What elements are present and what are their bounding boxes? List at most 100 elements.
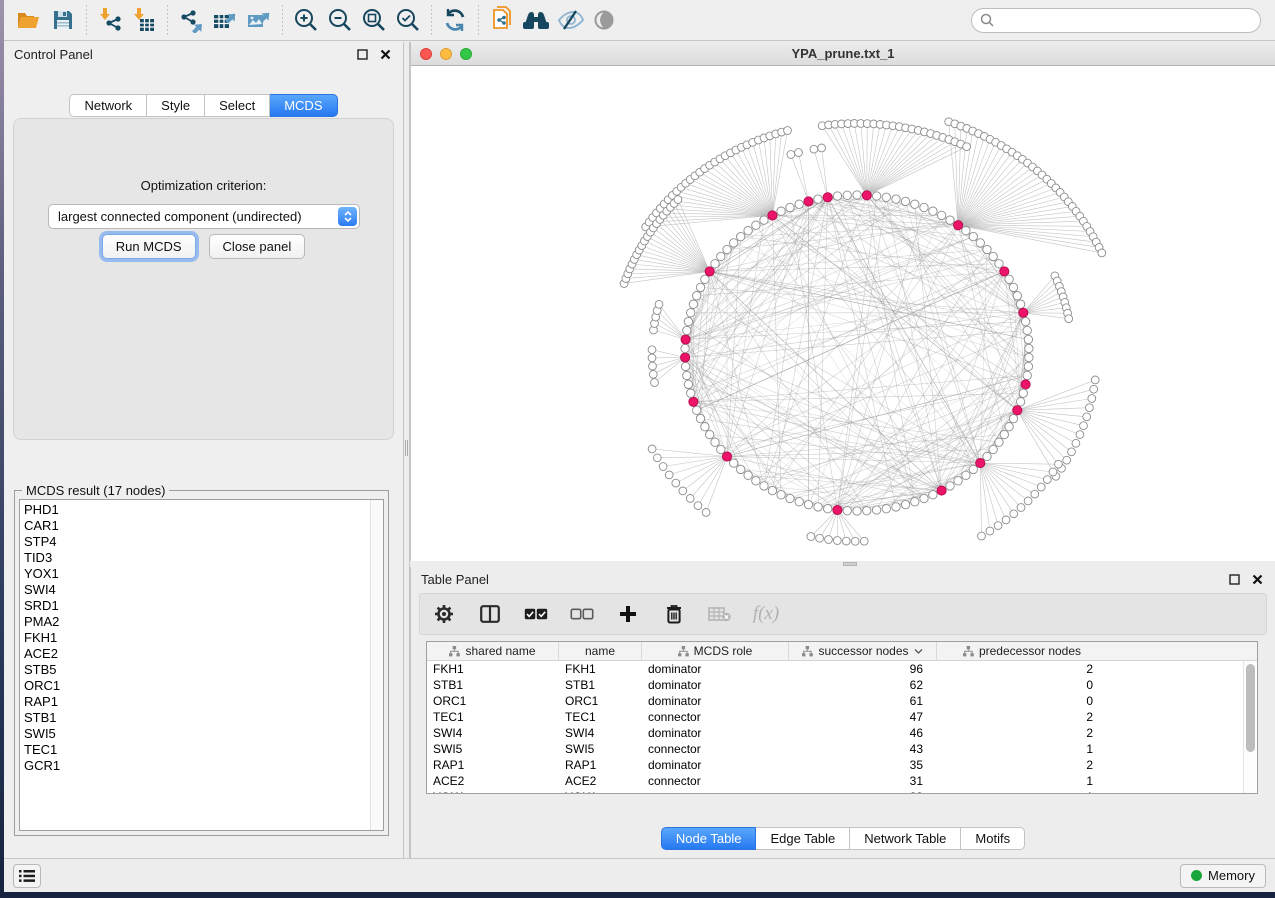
float-panel-icon[interactable] [354,46,370,62]
column-header-name[interactable]: name [559,642,642,660]
mcds-result-item[interactable]: FKH1 [20,630,370,646]
network-ring-node[interactable] [1013,292,1021,300]
network-leaf-node[interactable] [1043,476,1051,484]
network-mcds-node[interactable] [768,211,777,220]
zoom-out-icon[interactable] [323,4,357,36]
table-cell[interactable]: dominator [642,693,789,709]
mcds-result-item[interactable]: TEC1 [20,742,370,758]
network-leaf-node[interactable] [825,536,833,544]
table-cell[interactable]: 29 [789,789,937,794]
network-leaf-node[interactable] [648,354,656,362]
export-network-icon[interactable] [174,4,208,36]
network-leaf-node[interactable] [672,479,680,487]
network-ring-node[interactable] [1005,275,1013,283]
mcds-result-item[interactable]: ORC1 [20,678,370,694]
close-panel-icon[interactable] [1249,571,1265,587]
tab-node-table[interactable]: Node Table [661,827,757,850]
table-cell[interactable]: dominator [642,757,789,773]
criterion-dropdown[interactable]: largest connected component (undirected) [48,204,360,229]
network-leaf-node[interactable] [653,454,661,462]
network-leaf-node[interactable] [1049,468,1057,476]
mcds-result-item[interactable]: ACE2 [20,646,370,662]
mcds-list-scrollbar[interactable] [370,500,383,830]
network-ring-node[interactable] [701,423,709,431]
network-ring-node[interactable] [1025,353,1033,361]
network-ring-node[interactable] [683,326,691,334]
network-ring-node[interactable] [730,459,738,467]
network-ring-node[interactable] [843,507,851,515]
table-cell[interactable]: 2 [937,709,1107,725]
network-ring-node[interactable] [744,471,752,479]
save-session-icon[interactable] [46,4,80,36]
minimize-window-icon[interactable] [440,48,452,60]
network-mcds-node[interactable] [1000,267,1009,276]
network-leaf-node[interactable] [818,144,826,152]
network-ring-node[interactable] [804,500,812,508]
table-row[interactable]: YOX1YOX1connector291 [427,789,1257,794]
network-ring-node[interactable] [989,445,997,453]
search-input[interactable] [999,13,1252,28]
table-cell[interactable]: dominator [642,661,789,677]
network-ring-node[interactable] [752,477,760,485]
network-leaf-node[interactable] [1088,395,1096,403]
network-leaf-node[interactable] [963,143,971,151]
mcds-result-item[interactable]: SRD1 [20,598,370,614]
network-ring-node[interactable] [995,260,1003,268]
mcds-result-item[interactable]: SWI5 [20,726,370,742]
network-ring-node[interactable] [882,505,890,513]
export-image-icon[interactable] [242,4,276,36]
close-panel-icon[interactable] [377,46,393,62]
show-hidden-icon[interactable] [587,4,621,36]
network-mcds-node[interactable] [823,193,832,202]
table-cell[interactable]: YOX1 [427,789,559,794]
network-mcds-node[interactable] [1019,308,1028,317]
network-ring-node[interactable] [1019,389,1027,397]
vertical-splitter-grip[interactable] [405,440,408,456]
mcds-result-list[interactable]: PHD1CAR1STP4TID3YOX1SWI4SRD1PMA2FKH1ACE2… [19,499,384,831]
network-leaf-node[interactable] [1017,504,1025,512]
table-cell[interactable]: 31 [789,773,937,789]
network-ring-node[interactable] [872,506,880,514]
network-leaf-node[interactable] [784,127,792,135]
network-mcds-node[interactable] [681,353,690,362]
import-network-icon[interactable] [93,4,127,36]
network-canvas[interactable] [411,66,1275,561]
run-mcds-button[interactable]: Run MCDS [102,234,196,259]
network-ring-node[interactable] [1023,326,1031,334]
table-cell[interactable]: RAP1 [559,757,642,773]
network-ring-node[interactable] [786,203,794,211]
network-ring-node[interactable] [946,216,954,224]
network-ring-node[interactable] [744,227,752,235]
network-ring-node[interactable] [687,309,695,317]
table-cell[interactable]: dominator [642,677,789,693]
network-leaf-node[interactable] [1063,456,1071,464]
select-all-checkboxes-icon[interactable] [524,602,548,626]
network-ring-node[interactable] [706,430,714,438]
tab-network-table[interactable]: Network Table [850,827,961,850]
network-leaf-node[interactable] [842,537,850,545]
network-ring-node[interactable] [681,344,689,352]
network-ring-node[interactable] [687,389,695,397]
network-ring-node[interactable] [969,232,977,240]
table-cell[interactable]: SWI5 [559,741,642,757]
table-row[interactable]: FKH1FKH1dominator962 [427,661,1257,677]
network-leaf-node[interactable] [994,522,1002,530]
network-ring-node[interactable] [892,195,900,203]
network-ring-node[interactable] [689,300,697,308]
network-ring-node[interactable] [683,371,691,379]
network-ring-node[interactable] [681,362,689,370]
network-leaf-node[interactable] [787,151,795,159]
column-header-successor-nodes[interactable]: successor nodes [789,642,937,660]
network-leaf-node[interactable] [1091,376,1099,384]
table-cell[interactable]: 96 [789,661,937,677]
network-leaf-node[interactable] [1083,413,1091,421]
network-leaf-node[interactable] [1076,431,1084,439]
import-table-icon[interactable] [127,4,161,36]
network-leaf-node[interactable] [665,471,673,479]
network-leaf-node[interactable] [1090,385,1098,393]
network-leaf-node[interactable] [978,532,986,540]
export-table-icon[interactable] [208,4,242,36]
network-ring-node[interactable] [696,414,704,422]
tab-motifs[interactable]: Motifs [961,827,1025,850]
network-ring-node[interactable] [983,452,991,460]
